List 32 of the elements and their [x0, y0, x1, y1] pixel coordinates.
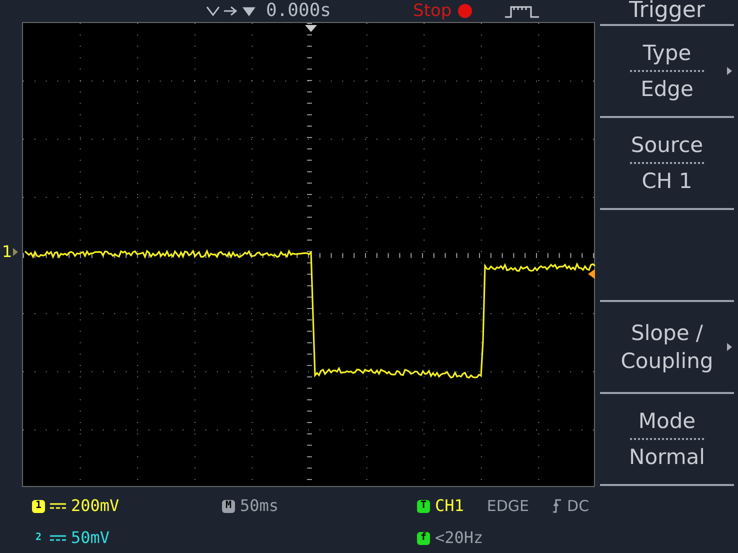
menu-title: Trigger — [628, 0, 706, 24]
timebase-readout: 50ms — [240, 496, 279, 516]
rising-edge-icon — [552, 499, 562, 513]
menu-label: Type — [642, 40, 692, 66]
trigger-type: EDGE — [486, 496, 530, 516]
menu-softkey[interactable]: Slope / Coupling — [612, 319, 722, 375]
channel-number: 2 — [34, 531, 43, 545]
pulse-waveform-icon — [504, 4, 540, 18]
menu-value: Edge — [640, 76, 694, 102]
menu-softkey[interactable]: Source CH 1 — [630, 132, 704, 194]
channel-scale: 200mV — [71, 496, 120, 516]
trigger-coupling: DC — [567, 496, 590, 516]
menu-label: Source — [630, 132, 704, 158]
trigger-level-icon — [588, 269, 595, 279]
menu-value: Normal — [629, 444, 705, 470]
channel-badge: T — [417, 500, 430, 512]
channel-scale: 50mV — [71, 528, 110, 548]
trigger-source: CH1 — [435, 496, 464, 516]
menu-value: CH 1 — [642, 168, 692, 194]
trigger-position-readout: 0.000s — [266, 2, 332, 20]
frequency-readout: <20Hz — [435, 528, 484, 548]
menu-label: Mode — [638, 408, 696, 434]
channel-badge: M — [222, 500, 235, 512]
channel-badge: 1 — [32, 500, 45, 512]
trigger-position-icon — [305, 25, 317, 32]
menu-softkey[interactable]: Type Edge — [630, 40, 704, 102]
dc-coupling-icon — [50, 502, 66, 510]
channel-badge: f — [417, 532, 430, 544]
dc-coupling-icon — [50, 534, 66, 542]
menu-softkey[interactable]: Mode Normal — [629, 408, 705, 470]
run-state-label: Stop — [413, 2, 452, 20]
stop-indicator-icon — [458, 4, 472, 18]
